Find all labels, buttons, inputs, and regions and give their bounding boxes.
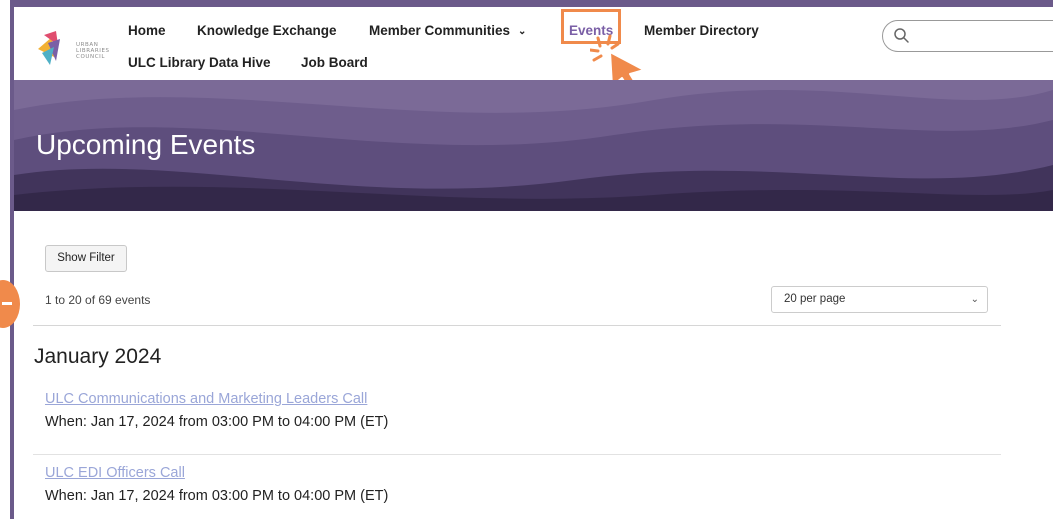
event-title-link[interactable]: ULC EDI Officers Call — [45, 465, 185, 481]
month-heading: January 2024 — [34, 345, 162, 368]
results-count: 1 to 20 of 69 events — [45, 293, 151, 307]
event-when: When: Jan 17, 2024 from 03:00 PM to 04:0… — [45, 488, 389, 504]
nav-member-communities[interactable]: Member Communities ⌄ — [369, 23, 526, 38]
nav-knowledge-exchange[interactable]: Knowledge Exchange — [197, 23, 337, 38]
event-title-link[interactable]: ULC Communications and Marketing Leaders… — [45, 391, 367, 407]
search-icon — [894, 28, 909, 43]
page-title: Upcoming Events — [36, 129, 256, 160]
divider — [33, 454, 1001, 455]
page-banner: Upcoming Events — [14, 80, 1053, 211]
search-input[interactable] — [882, 20, 1053, 52]
nav-member-communities-label: Member Communities — [369, 23, 511, 38]
divider — [33, 325, 1001, 326]
nav-home[interactable]: Home — [128, 23, 166, 38]
logo-wordmark: URBAN LIBRARIES COUNCIL — [76, 42, 110, 60]
window-frame-top — [10, 0, 1053, 7]
step-marker-badge — [0, 280, 20, 328]
per-page-select[interactable]: 20 per page ⌄ — [771, 286, 988, 313]
event-when: When: Jan 17, 2024 from 03:00 PM to 04:0… — [45, 414, 389, 430]
nav-data-hive[interactable]: ULC Library Data Hive — [128, 55, 271, 70]
chevron-down-icon: ⌄ — [518, 26, 527, 37]
nav-job-board[interactable]: Job Board — [301, 55, 368, 70]
show-filter-button[interactable]: Show Filter — [45, 245, 127, 272]
per-page-value: 20 per page — [784, 293, 846, 305]
nav-member-directory[interactable]: Member Directory — [644, 23, 759, 38]
chevron-down-icon: ⌄ — [970, 294, 979, 305]
